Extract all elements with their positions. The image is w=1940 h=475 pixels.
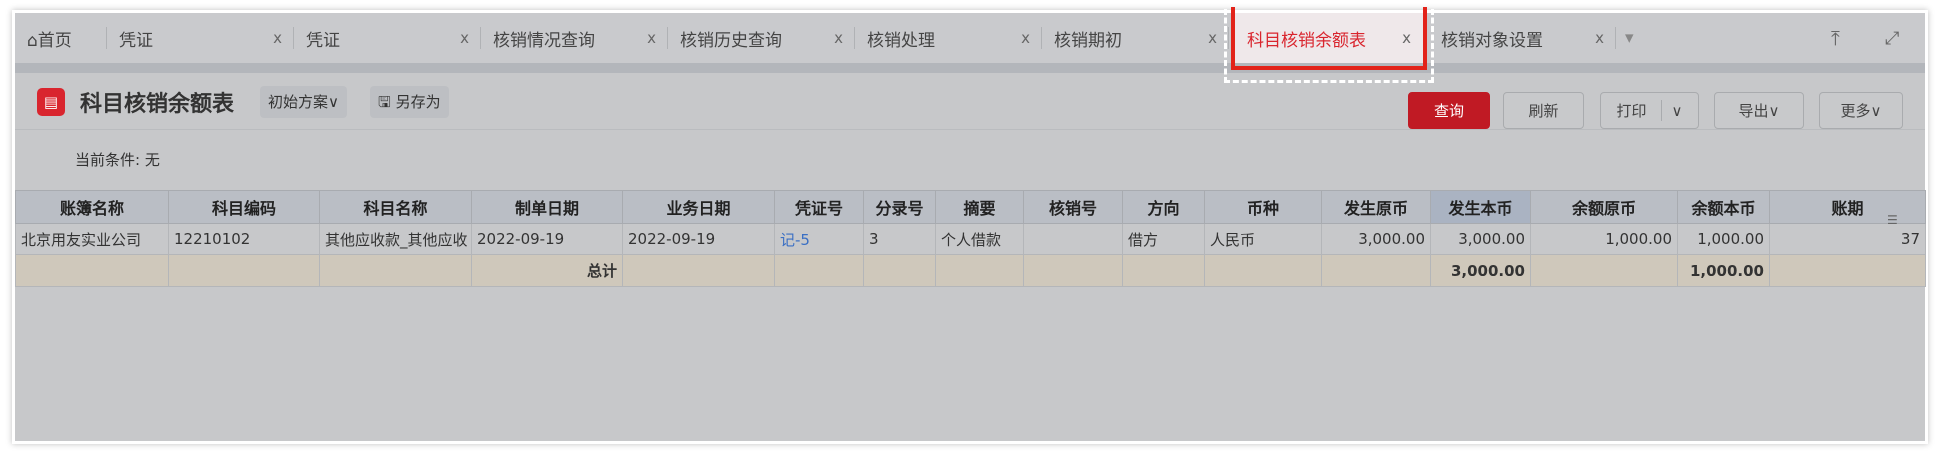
col-header[interactable]: 制单日期: [471, 190, 623, 224]
cell-entry-no: 3: [863, 223, 936, 255]
upload-icon[interactable]: ⤒: [1831, 13, 1861, 63]
voucher-link[interactable]: 记-5: [774, 223, 864, 255]
close-icon[interactable]: x: [1595, 29, 1604, 47]
cell-balance-local: 1,000.00: [1677, 223, 1770, 255]
close-icon[interactable]: x: [834, 29, 843, 47]
cell-balance-original: 1,000.00: [1530, 223, 1678, 255]
col-header[interactable]: 科目编码: [168, 190, 320, 224]
col-header[interactable]: 余额原币: [1530, 190, 1678, 224]
col-header[interactable]: 凭证号: [774, 190, 864, 224]
tab-writeoff-status[interactable]: 核销情况查询 x: [481, 13, 668, 63]
fullscreen-icon[interactable]: ⤢: [1885, 13, 1915, 63]
export-button[interactable]: 导出∨: [1714, 92, 1804, 129]
col-header[interactable]: 核销号: [1023, 190, 1123, 224]
tab-voucher-1[interactable]: 凭证 x: [107, 13, 294, 63]
home-icon: ⌂: [27, 30, 38, 51]
cell-amount-local: 3,000.00: [1430, 223, 1531, 255]
cell-business-date: 2022-09-19: [622, 223, 775, 255]
table-row[interactable]: 北京用友实业公司 12210102 其他应收款_其他应收 2022-09-19 …: [15, 223, 1926, 255]
report-icon: ▤: [37, 88, 65, 116]
total-amount-local: 3,000.00: [1430, 254, 1531, 287]
highlight-dash-box: [1224, 9, 1434, 83]
page-title: 科目核销余额表: [80, 92, 235, 117]
save-icon: 🖫: [378, 93, 396, 111]
cell-summary: 个人借款: [935, 223, 1024, 255]
cell-currency: 人民币: [1204, 223, 1322, 255]
print-dropdown[interactable]: ∨: [1662, 102, 1683, 120]
tab-bar: ⌂首页 凭证 x 凭证 x 核销情况查询 x 核销历史查询 x 核销处理 x 核销期初 x …: [15, 13, 1925, 63]
refresh-button[interactable]: 刷新: [1503, 92, 1584, 129]
toolbar: ▤ 科目核销余额表 初始方案∨ 🖫 另存为 查询 刷新 打印 ∨ 导出∨ 更多∨: [15, 73, 1925, 130]
col-header[interactable]: 发生本币: [1430, 190, 1531, 224]
col-header[interactable]: 发生原币: [1321, 190, 1431, 224]
col-header[interactable]: 科目名称: [319, 190, 472, 224]
col-header[interactable]: 余额本币: [1677, 190, 1770, 224]
col-header[interactable]: 账簿名称: [15, 190, 169, 224]
cell-period: 37: [1769, 223, 1926, 255]
total-row: 总计 3,000.00 1,000.00: [15, 254, 1926, 287]
col-header[interactable]: 业务日期: [622, 190, 775, 224]
total-balance-local: 1,000.00: [1677, 254, 1770, 287]
tab-more-dropdown[interactable]: ▾: [1625, 13, 1655, 63]
close-icon[interactable]: x: [460, 29, 469, 47]
caret-down-icon: ▾: [1625, 28, 1634, 48]
col-header[interactable]: 分录号: [863, 190, 936, 224]
tab-underline: [15, 63, 1925, 73]
total-label: 总计: [471, 254, 623, 287]
tab-writeoff-opening[interactable]: 核销期初 x: [1042, 13, 1229, 63]
balance-table: 账簿名称 科目编码 科目名称 制单日期 业务日期 凭证号 分录号 摘要 核销号 …: [15, 190, 1926, 287]
tab-writeoff-history[interactable]: 核销历史查询 x: [668, 13, 855, 63]
cell-account-name: 其他应收款_其他应收: [319, 223, 472, 255]
column-settings-icon[interactable]: ☰: [1887, 213, 1898, 227]
cell-account-code: 12210102: [168, 223, 320, 255]
scheme-dropdown[interactable]: 初始方案∨: [260, 86, 347, 118]
print-button[interactable]: 打印 ∨: [1600, 92, 1699, 129]
tab-writeoff-process[interactable]: 核销处理 x: [855, 13, 1042, 63]
col-header[interactable]: 账期: [1769, 190, 1926, 224]
main-window: ⌂首页 凭证 x 凭证 x 核销情况查询 x 核销历史查询 x 核销处理 x 核销期初 x …: [12, 7, 1928, 444]
more-button[interactable]: 更多∨: [1819, 92, 1903, 129]
table-header-row: 账簿名称 科目编码 科目名称 制单日期 业务日期 凭证号 分录号 摘要 核销号 …: [15, 190, 1926, 224]
save-as-button[interactable]: 🖫 另存为: [370, 86, 449, 118]
col-header[interactable]: 币种: [1204, 190, 1322, 224]
cell-writeoff-no: [1023, 223, 1123, 255]
query-button[interactable]: 查询: [1408, 92, 1490, 129]
col-header[interactable]: 方向: [1122, 190, 1205, 224]
tab-voucher-2[interactable]: 凭证 x: [294, 13, 481, 63]
cell-book: 北京用友实业公司: [15, 223, 169, 255]
close-icon[interactable]: x: [1021, 29, 1030, 47]
cell-direction: 借方: [1122, 223, 1205, 255]
close-icon[interactable]: x: [647, 29, 656, 47]
cell-amount-original: 3,000.00: [1321, 223, 1431, 255]
tab-home[interactable]: ⌂首页: [15, 13, 107, 63]
close-icon[interactable]: x: [1208, 29, 1217, 47]
cell-create-date: 2022-09-19: [471, 223, 623, 255]
col-header[interactable]: 摘要: [935, 190, 1024, 224]
current-condition: 当前条件: 无: [75, 151, 160, 169]
close-icon[interactable]: x: [273, 29, 282, 47]
tab-writeoff-object-settings[interactable]: 核销对象设置 x: [1429, 13, 1616, 63]
